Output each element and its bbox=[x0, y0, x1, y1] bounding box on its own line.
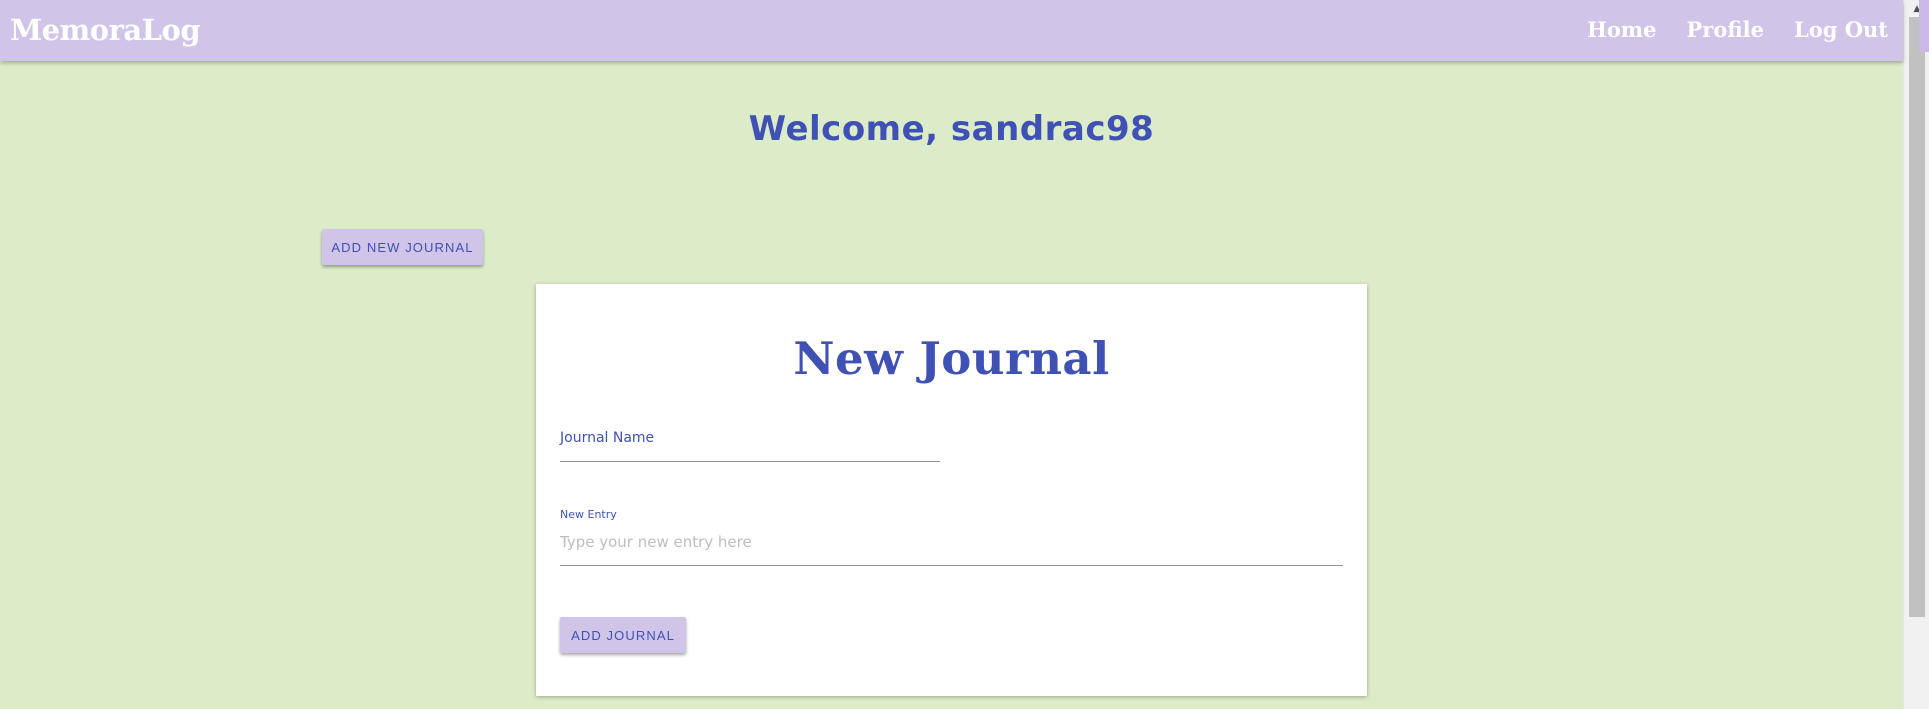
top-nav: Home Profile Log Out bbox=[1587, 14, 1888, 46]
welcome-heading: Welcome, sandrac98 bbox=[748, 109, 1155, 149]
vertical-scrollbar[interactable]: ▲ bbox=[1903, 0, 1929, 709]
nav-home-link[interactable]: Home bbox=[1587, 14, 1656, 46]
card-title: New Journal bbox=[793, 332, 1110, 385]
add-journal-button[interactable]: ADD JOURNAL bbox=[560, 617, 686, 653]
scrollbar-thumb[interactable] bbox=[1909, 17, 1925, 617]
nav-profile-link[interactable]: Profile bbox=[1687, 14, 1764, 46]
add-new-journal-button[interactable]: ADD NEW JOURNAL bbox=[322, 229, 483, 265]
new-entry-label: New Entry bbox=[560, 508, 617, 521]
brand-logo[interactable]: MemoraLog bbox=[10, 10, 201, 50]
new-journal-card: New Journal Journal Name New Entry ADD J… bbox=[536, 284, 1367, 696]
page: MemoraLog Home Profile Log Out Welcome, … bbox=[0, 0, 1929, 709]
journal-name-field[interactable] bbox=[560, 461, 940, 462]
new-entry-input[interactable] bbox=[560, 530, 1343, 554]
window-corner-accent bbox=[1919, 0, 1929, 52]
app-bar: MemoraLog Home Profile Log Out bbox=[0, 0, 1903, 61]
new-entry-underline bbox=[560, 565, 1343, 566]
journal-name-label[interactable]: Journal Name bbox=[560, 430, 654, 446]
nav-logout-link[interactable]: Log Out bbox=[1794, 14, 1888, 46]
